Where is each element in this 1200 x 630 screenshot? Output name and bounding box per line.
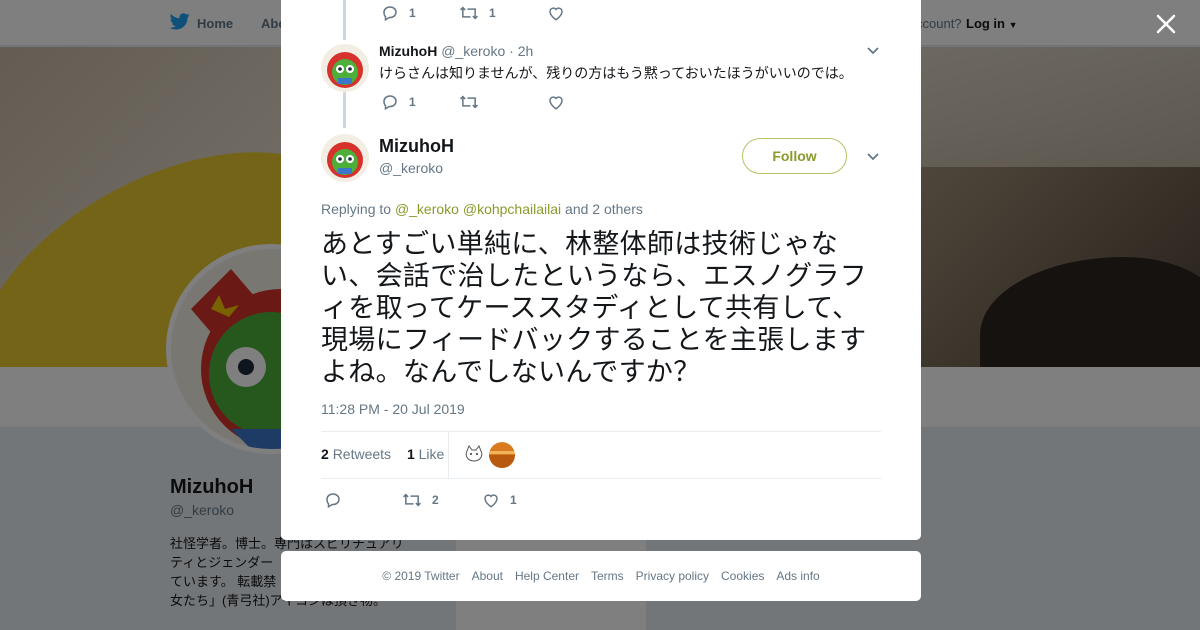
chevron-down-icon[interactable] xyxy=(866,150,880,164)
reply-button[interactable] xyxy=(324,491,402,509)
follow-button[interactable]: Follow xyxy=(742,138,847,174)
tweet-permalink-modal: 1 1 MizuhoH @_keroko · 2h けらさんは知りませんが、残り… xyxy=(281,0,921,540)
reply-icon xyxy=(326,493,340,509)
mention-link[interactable]: @kohpchailailai xyxy=(463,201,561,217)
others-link[interactable]: and 2 others xyxy=(565,201,643,217)
divider xyxy=(448,432,449,478)
liker-avatar[interactable] xyxy=(489,442,515,468)
retweet-button[interactable]: 2 xyxy=(402,491,482,509)
tweet-author-handle[interactable]: @_keroko xyxy=(379,160,443,176)
retweet-stat[interactable]: 2 Retweets xyxy=(321,446,391,462)
retweet-button[interactable] xyxy=(459,93,547,111)
divider xyxy=(321,478,881,479)
tweet-author-avatar[interactable] xyxy=(321,134,369,182)
reply-button[interactable]: 1 xyxy=(381,93,459,111)
like-button[interactable] xyxy=(547,4,565,22)
previous-tweet-actions: 1 1 xyxy=(381,4,565,22)
divider xyxy=(321,431,881,432)
tweet-stats: 2 Retweets 1 Like xyxy=(321,446,444,462)
footer-link-terms[interactable]: Terms xyxy=(591,569,624,583)
footer-link-ads-info[interactable]: Ads info xyxy=(776,569,819,583)
thread-connector xyxy=(343,92,346,128)
reply-avatar[interactable] xyxy=(321,44,369,92)
footer-link-help-center[interactable]: Help Center xyxy=(515,569,579,583)
thread-connector xyxy=(343,0,346,40)
reply-time[interactable]: · 2h xyxy=(509,43,533,59)
mention-link[interactable]: @_keroko xyxy=(395,201,459,217)
tweet-timestamp[interactable]: 11:28 PM - 20 Jul 2019 xyxy=(321,401,465,417)
heart-icon xyxy=(549,96,563,110)
heart-icon xyxy=(549,7,563,21)
tweet-author-name[interactable]: MizuhoH xyxy=(379,136,454,157)
retweet-icon xyxy=(459,95,479,109)
footer-copyright: © 2019 Twitter xyxy=(382,569,460,583)
footer-link-about[interactable]: About xyxy=(472,569,503,583)
retweet-button[interactable]: 1 xyxy=(459,4,547,22)
reply-button[interactable]: 1 xyxy=(381,4,459,22)
tweet-text: あとすごい単純に、林整体師は技術じゃない、会話で治したというなら、エスノグラフィ… xyxy=(321,229,867,387)
retweet-icon xyxy=(402,493,422,507)
retweet-icon xyxy=(459,6,479,20)
footer-link-cookies[interactable]: Cookies xyxy=(721,569,764,583)
reply-icon xyxy=(383,95,397,111)
reply-author-handle[interactable]: @_keroko xyxy=(441,43,505,59)
replying-to-line: Replying to @_keroko @kohpchailailai and… xyxy=(321,201,643,217)
like-button[interactable]: 1 xyxy=(482,491,517,509)
like-stat[interactable]: 1 Like xyxy=(407,446,444,462)
liker-avatar[interactable] xyxy=(461,442,487,468)
reply-header: MizuhoH @_keroko · 2h xyxy=(379,43,533,59)
reply-author-name[interactable]: MizuhoH xyxy=(379,43,437,59)
like-button[interactable] xyxy=(547,93,575,111)
reply-icon xyxy=(383,6,397,22)
reply-actions: 1 xyxy=(381,93,575,111)
footer-link-privacy[interactable]: Privacy policy xyxy=(636,569,709,583)
chevron-down-icon[interactable] xyxy=(866,44,880,58)
heart-icon xyxy=(484,494,498,508)
tweet-actions: 2 1 xyxy=(324,491,517,509)
modal-footer: © 2019 Twitter About Help Center Terms P… xyxy=(281,551,921,601)
reply-text: けらさんは知りませんが、残りの方はもう黙っておいたほうがいいのでは。 xyxy=(379,65,853,81)
close-icon[interactable] xyxy=(1156,14,1176,34)
